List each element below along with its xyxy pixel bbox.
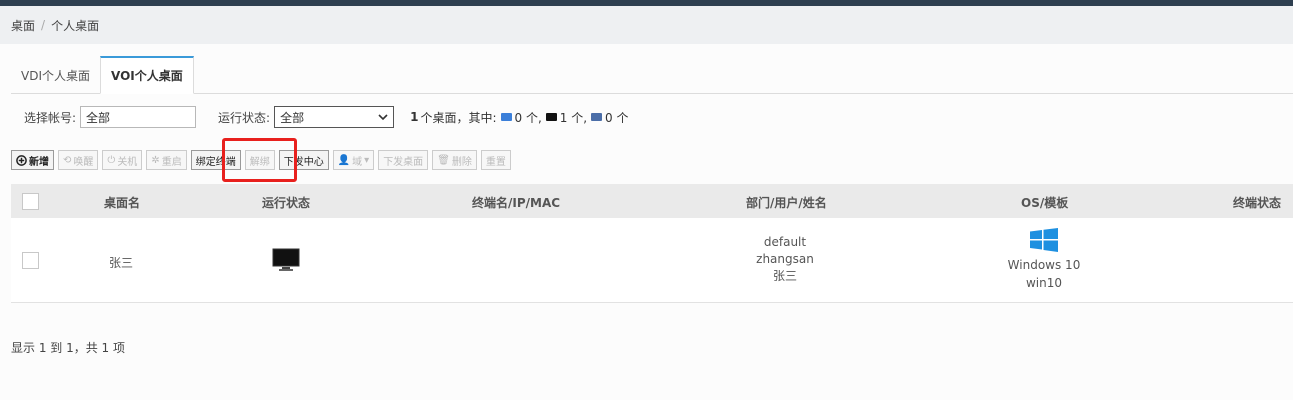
header-os[interactable]: OS/模板 — [1021, 194, 1068, 211]
power-icon: ⏻ — [107, 154, 116, 166]
shutdown-button[interactable]: ⏻ 关机 — [102, 150, 143, 170]
breadcrumb-current: 个人桌面 — [51, 18, 100, 33]
dispatch-desktop-button[interactable]: 下发桌面 — [378, 150, 429, 170]
header-dept[interactable]: 部门/用户/姓名 — [746, 194, 827, 211]
tab-vdi-desktop[interactable]: VDI个人桌面 — [11, 56, 100, 94]
wake-icon: ⟲ — [63, 154, 72, 166]
windows-logo-icon — [1029, 228, 1059, 255]
select-all-checkbox[interactable] — [22, 193, 39, 210]
header-terminal-status[interactable]: 终端状态 — [1233, 194, 1281, 211]
row-dept-user: default zhangsan 张三 — [740, 234, 830, 285]
row-desktop-name: 张三 — [109, 256, 134, 270]
delete-button[interactable]: 🗑 删除 — [432, 150, 477, 170]
status-select[interactable]: 全部 — [274, 106, 395, 128]
domain-label: 域 — [352, 156, 363, 168]
gear-icon: ✲ — [151, 154, 160, 166]
restart-button[interactable]: ✲ 重启 — [146, 150, 187, 170]
trash-icon: 🗑 — [437, 154, 450, 166]
summary-text: 个桌面，其中: — [420, 110, 497, 125]
user-icon: 👤 — [337, 154, 351, 166]
row-fullname: 张三 — [772, 269, 797, 283]
account-input[interactable]: 全部 — [80, 106, 197, 128]
row-user: zhangsan — [756, 252, 814, 266]
summary-total: 1 — [410, 110, 419, 124]
breadcrumb-separator: / — [41, 18, 46, 32]
monitor-off-icon — [545, 113, 557, 121]
pagination-info: 显示 1 到 1，共 1 项 — [11, 341, 125, 355]
reset-button[interactable]: 重置 — [480, 150, 511, 170]
monitor-other-icon — [591, 113, 603, 121]
desktop-summary: 1 个桌面，其中: 0 个, 1 个, 0 个 — [410, 109, 628, 126]
domain-button[interactable]: 👤 域 ▾ — [332, 150, 375, 170]
status-select-value: 全部 — [280, 110, 305, 125]
chevron-down-icon — [378, 114, 388, 121]
table-header: 桌面名 运行状态 终端名/IP/MAC 部门/用户/姓名 OS/模板 终端状态 — [11, 184, 1293, 218]
row-checkbox[interactable] — [22, 252, 39, 269]
shutdown-label: 关机 — [117, 156, 138, 168]
add-button[interactable]: 新增 — [11, 150, 54, 170]
row-dept: default — [763, 235, 807, 249]
desktop-table: 桌面名 运行状态 终端名/IP/MAC 部门/用户/姓名 OS/模板 终端状态 … — [11, 184, 1293, 303]
monitor-running-icon — [500, 113, 512, 121]
status-label: 运行状态: — [218, 110, 271, 125]
row-template: win10 — [1025, 276, 1063, 290]
delete-label: 删除 — [451, 156, 472, 168]
row-os-name: Windows 10 — [1007, 258, 1081, 272]
account-label: 选择帐号: — [24, 110, 77, 125]
tab-bar: VDI个人桌面 VOI个人桌面 — [11, 56, 194, 94]
main-content: VDI个人桌面 VOI个人桌面 选择帐号: 全部 运行状态: 全部 1 个桌面，… — [0, 44, 1293, 400]
count-off: 1 个, — [559, 110, 588, 125]
breadcrumb: 桌面 / 个人桌面 — [0, 6, 1293, 44]
breadcrumb-root[interactable]: 桌面 — [11, 17, 35, 34]
row-os: Windows 10 win10 — [994, 256, 1094, 292]
monitor-off-icon — [272, 248, 300, 275]
table-row[interactable]: 张三 default zhangsan 张三 Windows 10 win10 — [11, 218, 1293, 303]
header-name[interactable]: 桌面名 — [104, 194, 140, 211]
restart-label: 重启 — [161, 156, 182, 168]
filter-row: 选择帐号: 全部 运行状态: 全部 1 个桌面，其中: 0 个, 1 个, 0 … — [24, 105, 628, 129]
add-label: 新增 — [29, 156, 49, 168]
tab-voi-desktop[interactable]: VOI个人桌面 — [100, 56, 194, 94]
header-status[interactable]: 运行状态 — [262, 194, 310, 211]
tabs-divider — [11, 93, 1293, 94]
count-running: 0 个, — [514, 110, 542, 125]
caret-down-icon: ▾ — [364, 154, 370, 166]
highlight-box — [222, 138, 297, 182]
wake-button[interactable]: ⟲ 唤醒 — [58, 150, 99, 170]
header-terminal[interactable]: 终端名/IP/MAC — [472, 194, 560, 211]
wake-label: 唤醒 — [73, 156, 94, 168]
plus-circle-icon — [16, 154, 27, 166]
count-other: 0 个 — [605, 110, 629, 125]
